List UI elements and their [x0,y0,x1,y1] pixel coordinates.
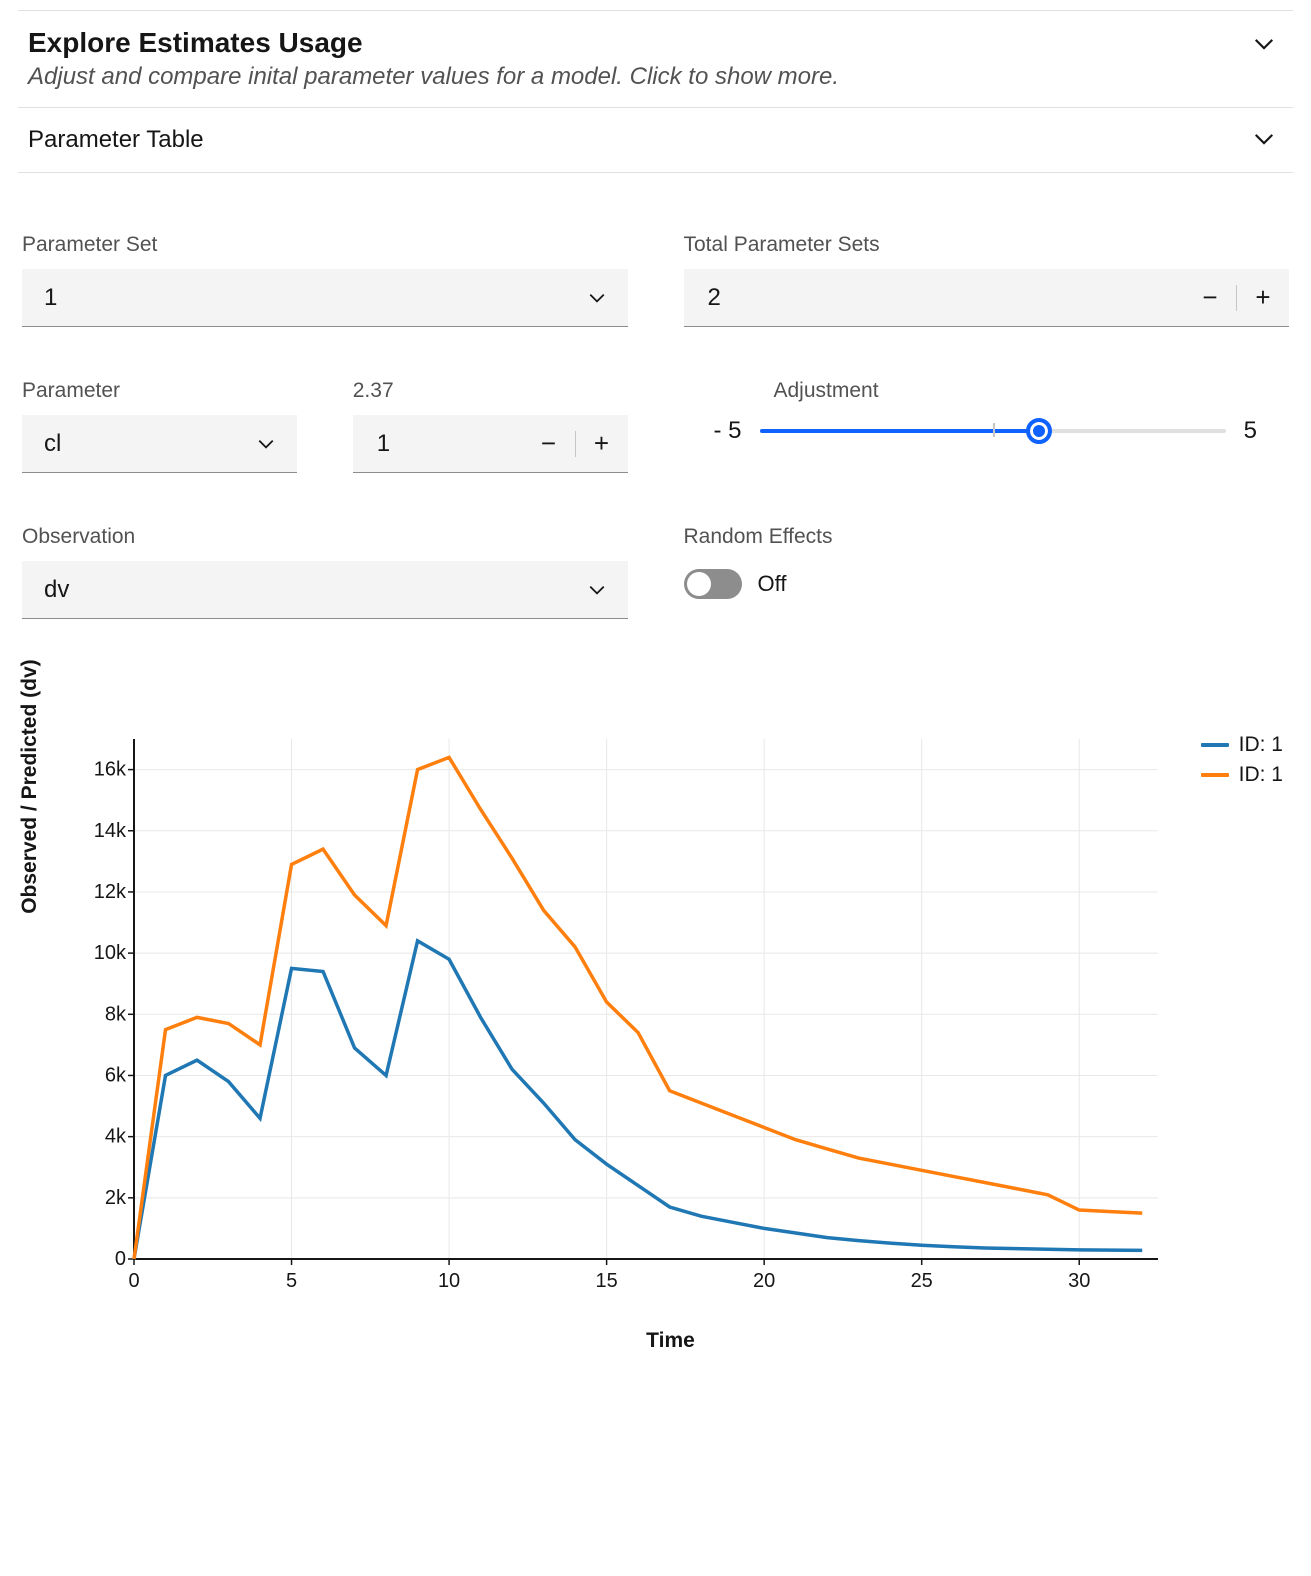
svg-text:8k: 8k [105,1003,127,1025]
random-effects-label: Random Effects [684,525,1290,549]
slider-min: - 5 [714,417,742,445]
chart-ylabel: Observed / Predicted (dv) [18,659,42,913]
stepper-increment-button[interactable]: + [576,415,628,472]
parameter-set-label: Parameter Set [22,233,628,257]
legend-swatch [1201,743,1229,747]
toggle-state-label: Off [758,571,787,597]
svg-text:14k: 14k [94,820,127,842]
adjustment-label: Adjustment [774,379,1258,403]
select-value: dv [44,576,69,604]
svg-text:12k: 12k [94,881,127,903]
param-numeric-label: 2.37 [353,379,628,403]
svg-text:10k: 10k [94,942,127,964]
svg-text:0: 0 [128,1270,139,1292]
chevron-down-icon [588,581,606,599]
legend-item[interactable]: ID: 1 [1201,763,1283,787]
svg-text:20: 20 [753,1270,775,1292]
total-sets-stepper[interactable]: 2 − + [684,269,1290,327]
chevron-down-icon [257,435,275,453]
accordion-parameter-table[interactable]: Parameter Table [18,108,1293,172]
param-numeric-stepper[interactable]: 1 − + [353,415,628,473]
svg-text:15: 15 [595,1270,617,1292]
svg-text:6k: 6k [105,1064,127,1086]
legend-swatch [1201,773,1229,777]
svg-text:25: 25 [911,1270,933,1292]
total-sets-label: Total Parameter Sets [684,233,1290,257]
svg-text:10: 10 [438,1270,460,1292]
svg-text:0: 0 [115,1248,126,1270]
accordion-title: Parameter Table [28,126,204,154]
chart-plot: 0 2k 4k 6k 8k 10k 12k 14k 16k 0 5 10 15 20 25 30 [78,729,1168,1299]
accordion-title: Explore Estimates Usage [28,27,839,59]
chevron-down-icon [1253,128,1275,150]
select-value: cl [44,430,61,458]
stepper-value: 2 [684,284,1185,312]
accordion-header-text: Explore Estimates Usage Adjust and compa… [28,27,839,91]
slider-handle[interactable] [1026,418,1052,444]
legend-label: ID: 1 [1239,733,1283,757]
slider-max: 5 [1244,417,1257,445]
parameter-select[interactable]: cl [22,415,297,473]
svg-text:30: 30 [1068,1270,1090,1292]
stepper-increment-button[interactable]: + [1237,269,1289,326]
select-value: 1 [44,284,57,312]
chevron-down-icon [588,289,606,307]
accordion-subtitle: Adjust and compare inital parameter valu… [28,63,839,91]
stepper-value: 1 [353,430,523,458]
slider-tick [993,423,995,437]
toggle-knob [687,572,711,596]
chevron-down-icon [1253,33,1275,55]
legend-label: ID: 1 [1239,763,1283,787]
svg-text:5: 5 [286,1270,297,1292]
accordion-explore-estimates[interactable]: Explore Estimates Usage Adjust and compa… [18,11,1293,107]
parameter-label: Parameter [22,379,297,403]
adjustment-slider[interactable] [760,429,1226,433]
parameter-set-select[interactable]: 1 [22,269,628,327]
observation-select[interactable]: dv [22,561,628,619]
svg-text:4k: 4k [105,1126,127,1148]
slider-fill [760,429,1040,433]
svg-text:2k: 2k [105,1187,127,1209]
svg-text:16k: 16k [94,759,127,781]
chart-legend: ID: 1 ID: 1 [1201,733,1283,793]
chart-xlabel: Time [48,1329,1293,1353]
stepper-decrement-button[interactable]: − [1184,269,1236,326]
stepper-decrement-button[interactable]: − [523,415,575,472]
legend-item[interactable]: ID: 1 [1201,733,1283,757]
observation-label: Observation [22,525,628,549]
random-effects-toggle[interactable] [684,569,742,599]
